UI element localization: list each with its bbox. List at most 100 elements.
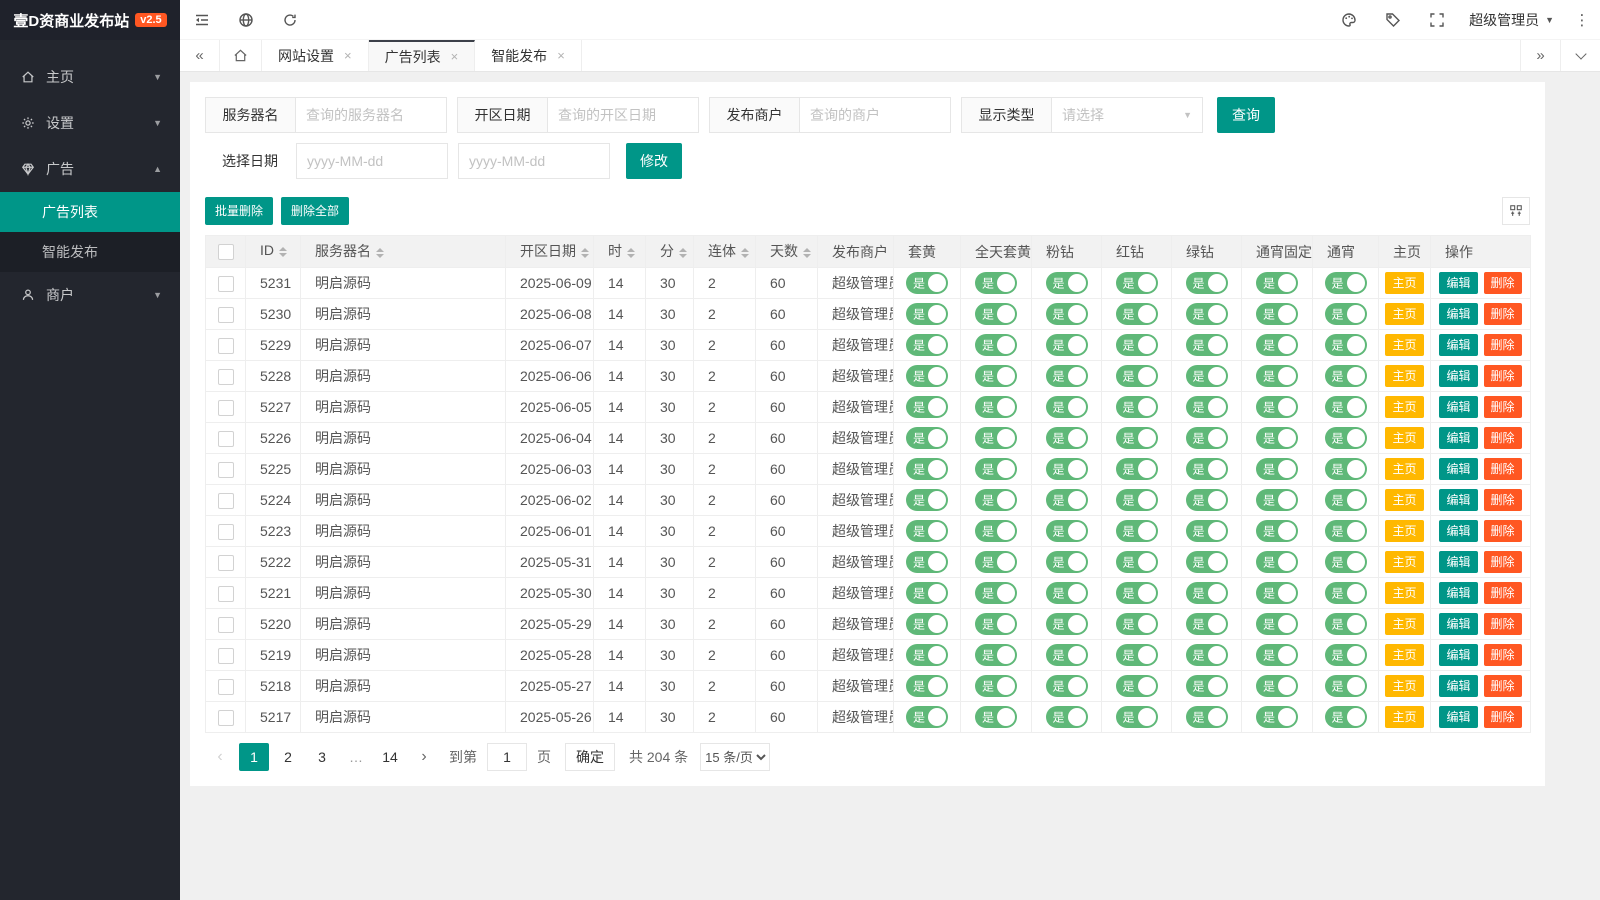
toggle-quantian_taohuang[interactable]: 是	[975, 303, 1017, 325]
page-button-1[interactable]: 1	[239, 743, 269, 771]
globe-icon[interactable]	[224, 0, 268, 39]
toggle-lvzuan[interactable]: 是	[1186, 396, 1228, 418]
col-header-liantai[interactable]: 连体	[694, 236, 756, 268]
toggle-hongzuan[interactable]: 是	[1116, 303, 1158, 325]
select-all-checkbox[interactable]	[218, 244, 234, 260]
toggle-fenzuan[interactable]: 是	[1046, 427, 1088, 449]
row-checkbox[interactable]	[218, 276, 234, 292]
collapse-menu-icon[interactable]	[180, 0, 224, 39]
toggle-quantian_taohuang[interactable]: 是	[975, 272, 1017, 294]
toggle-fenzuan[interactable]: 是	[1046, 613, 1088, 635]
toggle-hongzuan[interactable]: 是	[1116, 551, 1158, 573]
tabs-scroll-right-icon[interactable]: »	[1520, 40, 1560, 71]
toggle-fenzuan[interactable]: 是	[1046, 334, 1088, 356]
delete-button[interactable]: 删除	[1484, 365, 1522, 387]
toggle-quantian_taohuang[interactable]: 是	[975, 675, 1017, 697]
toggle-quantian_taohuang[interactable]: 是	[975, 582, 1017, 604]
toggle-tongxiao[interactable]: 是	[1325, 303, 1367, 325]
batch-delete-button[interactable]: 批量删除	[205, 197, 273, 225]
row-checkbox[interactable]	[218, 648, 234, 664]
toggle-taohuang[interactable]: 是	[906, 458, 948, 480]
open-date-input[interactable]	[548, 98, 698, 132]
toggle-taohuang[interactable]: 是	[906, 706, 948, 728]
toggle-quantian_taohuang[interactable]: 是	[975, 489, 1017, 511]
toggle-fenzuan[interactable]: 是	[1046, 520, 1088, 542]
delete-button[interactable]: 删除	[1484, 427, 1522, 449]
edit-button[interactable]: 编辑	[1439, 396, 1477, 418]
toggle-lvzuan[interactable]: 是	[1186, 365, 1228, 387]
homepage-button[interactable]: 主页	[1385, 427, 1423, 449]
toggle-fenzuan[interactable]: 是	[1046, 272, 1088, 294]
toggle-tongxiao[interactable]: 是	[1325, 489, 1367, 511]
row-checkbox[interactable]	[218, 431, 234, 447]
row-checkbox[interactable]	[218, 679, 234, 695]
page-button-2[interactable]: 2	[273, 743, 303, 771]
toggle-fenzuan[interactable]: 是	[1046, 303, 1088, 325]
delete-button[interactable]: 删除	[1484, 613, 1522, 635]
toggle-tongxiao[interactable]: 是	[1325, 272, 1367, 294]
tag-icon[interactable]	[1371, 0, 1415, 39]
row-checkbox[interactable]	[218, 617, 234, 633]
delete-button[interactable]: 删除	[1484, 272, 1522, 294]
toggle-quantian_taohuang[interactable]: 是	[975, 613, 1017, 635]
toggle-hongzuan[interactable]: 是	[1116, 458, 1158, 480]
toggle-quantian_taohuang[interactable]: 是	[975, 706, 1017, 728]
toggle-fenzuan[interactable]: 是	[1046, 365, 1088, 387]
homepage-button[interactable]: 主页	[1385, 675, 1423, 697]
toggle-tongxiao[interactable]: 是	[1325, 582, 1367, 604]
homepage-button[interactable]: 主页	[1385, 489, 1423, 511]
col-header-server[interactable]: 服务器名	[301, 236, 506, 268]
toggle-hongzuan[interactable]: 是	[1116, 272, 1158, 294]
toggle-taohuang[interactable]: 是	[906, 396, 948, 418]
edit-button[interactable]: 编辑	[1439, 458, 1477, 480]
toggle-fenzuan[interactable]: 是	[1046, 644, 1088, 666]
sort-icon[interactable]	[279, 243, 287, 261]
toggle-tongxiao[interactable]: 是	[1325, 427, 1367, 449]
toggle-fenzuan[interactable]: 是	[1046, 489, 1088, 511]
edit-button[interactable]: 编辑	[1439, 489, 1477, 511]
delete-button[interactable]: 删除	[1484, 582, 1522, 604]
toggle-lvzuan[interactable]: 是	[1186, 272, 1228, 294]
homepage-button[interactable]: 主页	[1385, 334, 1423, 356]
merchant-input[interactable]	[800, 98, 950, 132]
toggle-lvzuan[interactable]: 是	[1186, 427, 1228, 449]
edit-button[interactable]: 编辑	[1439, 272, 1477, 294]
col-header-days[interactable]: 天数	[756, 236, 818, 268]
row-checkbox[interactable]	[218, 400, 234, 416]
theme-palette-icon[interactable]	[1327, 0, 1371, 39]
tabs-menu-icon[interactable]	[1560, 40, 1600, 71]
edit-button[interactable]: 编辑	[1439, 427, 1477, 449]
goto-confirm-button[interactable]: 确定	[565, 743, 615, 771]
edit-button[interactable]: 编辑	[1439, 644, 1477, 666]
toggle-taohuang[interactable]: 是	[906, 613, 948, 635]
search-button[interactable]: 查询	[1217, 97, 1275, 133]
toggle-lvzuan[interactable]: 是	[1186, 706, 1228, 728]
toggle-tongxiao_guding[interactable]: 是	[1256, 613, 1298, 635]
toggle-tongxiao_guding[interactable]: 是	[1256, 303, 1298, 325]
edit-button[interactable]: 编辑	[1439, 613, 1477, 635]
toggle-lvzuan[interactable]: 是	[1186, 582, 1228, 604]
page-button-14[interactable]: 14	[375, 743, 405, 771]
toggle-lvzuan[interactable]: 是	[1186, 303, 1228, 325]
toggle-tongxiao[interactable]: 是	[1325, 458, 1367, 480]
toggle-hongzuan[interactable]: 是	[1116, 706, 1158, 728]
homepage-button[interactable]: 主页	[1385, 582, 1423, 604]
delete-button[interactable]: 删除	[1484, 675, 1522, 697]
toggle-tongxiao[interactable]: 是	[1325, 365, 1367, 387]
toggle-quantian_taohuang[interactable]: 是	[975, 551, 1017, 573]
toggle-tongxiao_guding[interactable]: 是	[1256, 706, 1298, 728]
date-end-input[interactable]	[458, 143, 610, 179]
row-checkbox[interactable]	[218, 586, 234, 602]
row-checkbox[interactable]	[218, 524, 234, 540]
col-header-id[interactable]: ID	[246, 236, 301, 268]
toggle-quantian_taohuang[interactable]: 是	[975, 334, 1017, 356]
toggle-tongxiao_guding[interactable]: 是	[1256, 520, 1298, 542]
modify-button[interactable]: 修改	[626, 143, 682, 179]
display-type-select[interactable]: 请选择 ▼	[1052, 98, 1202, 132]
tab-home[interactable]	[220, 40, 262, 71]
edit-button[interactable]: 编辑	[1439, 582, 1477, 604]
toggle-quantian_taohuang[interactable]: 是	[975, 365, 1017, 387]
delete-button[interactable]: 删除	[1484, 303, 1522, 325]
edit-button[interactable]: 编辑	[1439, 334, 1477, 356]
row-checkbox[interactable]	[218, 710, 234, 726]
